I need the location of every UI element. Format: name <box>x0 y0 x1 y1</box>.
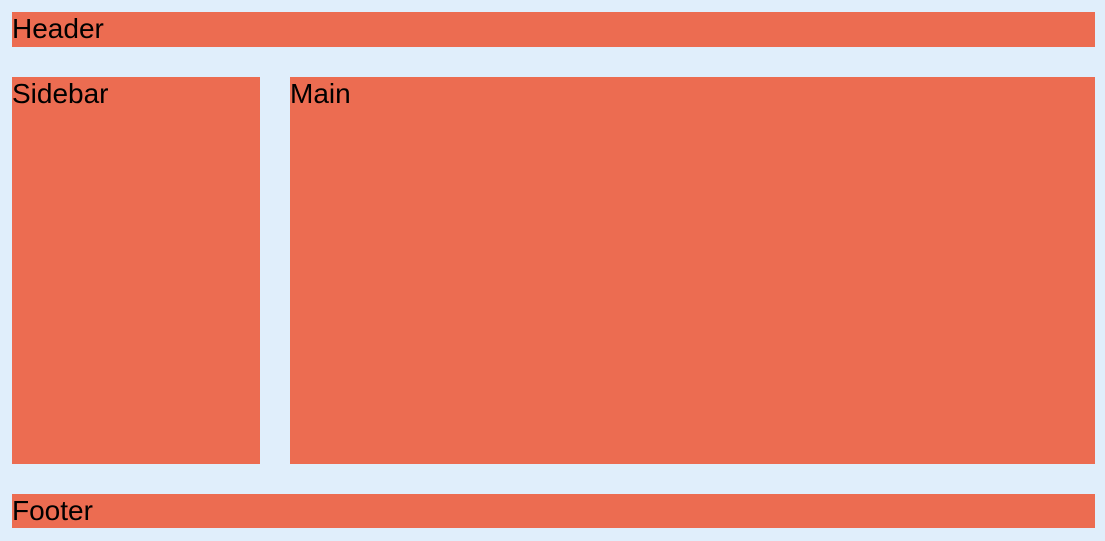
footer-label: Footer <box>12 495 93 526</box>
sidebar-label: Sidebar <box>12 78 109 109</box>
main-region: Main <box>290 77 1095 464</box>
main-label: Main <box>290 78 351 109</box>
footer-region: Footer <box>12 494 1095 528</box>
header-region: Header <box>12 12 1095 47</box>
sidebar-region: Sidebar <box>12 77 260 464</box>
layout-canvas: Header Sidebar Main Footer <box>0 0 1105 541</box>
header-label: Header <box>12 13 104 44</box>
